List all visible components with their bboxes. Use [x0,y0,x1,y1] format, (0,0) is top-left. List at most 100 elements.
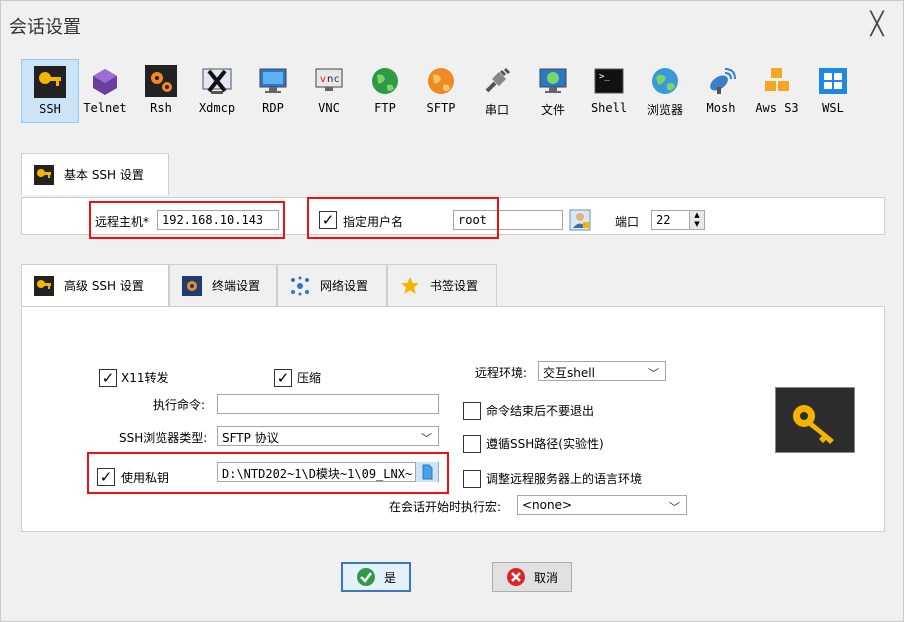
protocol-label: Shell [590,101,628,115]
key-icon [34,164,54,185]
protocol-ftp-button[interactable]: FTP [357,59,413,121]
highlight-box-private-key [87,452,449,494]
tab-advanced-0[interactable]: 高级 SSH 设置 [21,264,169,306]
protocol-label: Rsh [150,101,172,115]
tab-basic-ssh[interactable]: 基本 SSH 设置 [21,153,169,195]
protocol-文件-button[interactable]: 文件 [525,59,581,121]
x-icon [201,65,233,97]
tab-label: 高级 SSH 设置 [64,279,144,293]
protocol-shell-button[interactable]: >_ Shell [581,59,637,121]
protocol-rsh-button[interactable]: Rsh [133,59,189,121]
ok-check-icon [356,567,376,587]
close-icon[interactable]: ╳ [863,11,891,39]
ok-label: 是 [383,570,396,585]
window-title: 会话设置 [9,17,81,38]
protocol-label: Aws S3 [755,101,799,115]
protocol-vnc-button[interactable]: v n c VNC [301,59,357,121]
port-label: 端口 [615,215,640,229]
ssh-browser-type-label: SSH浏览器类型: [119,431,208,445]
terminal-icon: >_ [593,65,625,97]
terminal-gear-icon [182,275,202,296]
protocol-label: SFTP [426,101,456,115]
telnet-icon [89,65,121,97]
svg-text:n: n [327,74,333,85]
network-icon [290,276,310,296]
protocol-label: VNC [318,101,340,115]
follow-ssh-path-label: 遵循SSH路径(实验性) [486,437,604,451]
protocol-label: FTP [374,101,396,115]
protocol-telnet-button[interactable]: Telnet [77,59,133,121]
user-manager-icon[interactable] [569,209,591,231]
protocol-label: Telnet [83,101,127,115]
x11-forwarding-checkbox[interactable]: ✓ [99,369,117,387]
protocol-label: Xdmcp [198,101,236,115]
star-icon [400,276,420,296]
chevron-down-icon: ﹀ [648,367,659,380]
rsh-gears-icon [145,65,177,97]
tab-advanced-3[interactable]: 书签设置 [387,264,497,306]
protocol-sftp-button[interactable]: SFTP [413,59,469,121]
cancel-label: 取消 [533,570,558,585]
tab-label: 书签设置 [430,279,479,293]
compression-label: 压缩 [297,371,322,385]
protocol-mosh-button[interactable]: Mosh [693,59,749,121]
cancel-x-icon [506,567,526,587]
globe-green-icon [369,65,401,97]
session-settings-dialog: 会话设置 ╳ SSH Telnet Rsh Xdmcp RDP v n c VNC FTP SFTP… [0,0,904,622]
monitor-icon [257,65,289,97]
chevron-down-icon: ﹀ [421,432,432,445]
highlight-box-host [89,201,285,239]
port-spinner[interactable]: ▲ ▼ [689,210,705,230]
cubes-icon [761,65,793,97]
cancel-button[interactable]: 取消 [492,562,572,592]
protocol-label: 文件 [540,103,565,117]
adjust-locale-label: 调整远程服务器上的语言环境 [486,472,643,486]
adjust-locale-checkbox[interactable] [463,470,481,488]
remote-env-select[interactable]: 交互shell ﹀ [538,361,666,381]
file-monitor-icon [537,65,569,97]
exec-command-input[interactable] [217,394,439,414]
vnc-icon: vnc [313,65,345,97]
follow-ssh-path-checkbox[interactable] [463,435,481,453]
no-exit-checkbox[interactable] [463,402,481,420]
protocol-label: Mosh [706,101,736,115]
plug-icon [481,65,513,97]
protocol-label: 浏览器 [646,103,683,117]
startup-macro-value: <none> [522,498,573,512]
port-input[interactable]: 22 [651,210,691,230]
checkmark-icon: ✓ [101,368,115,387]
windows-icon [817,65,849,97]
no-exit-label: 命令结束后不要退出 [486,404,595,418]
protocol-串口-button[interactable]: 串口 [469,59,525,121]
startup-macro-select[interactable]: <none> ﹀ [517,495,687,515]
ssh-browser-type-select[interactable]: SFTP 协议 ﹀ [217,426,439,446]
protocol-ssh-button[interactable]: SSH [21,59,79,123]
svg-text:c: c [334,74,340,85]
protocol-aws-s3-button[interactable]: Aws S3 [749,59,805,121]
protocol-label: WSL [822,101,844,115]
satellite-icon [705,65,737,97]
ssh-browser-type-value: SFTP 协议 [222,431,279,445]
protocol-rdp-button[interactable]: RDP [245,59,301,121]
protocol-label: 串口 [484,103,509,117]
startup-macro-label: 在会话开始时执行宏: [389,500,502,514]
large-key-icon [775,387,855,453]
protocol-xdmcp-button[interactable]: Xdmcp [189,59,245,121]
key-icon [34,275,54,296]
tab-label: 网络设置 [320,279,369,293]
protocol-浏览器-button[interactable]: 浏览器 [637,59,693,121]
remote-env-value: 交互shell [543,366,595,380]
protocol-label: RDP [262,101,284,115]
highlight-box-username [307,197,499,239]
ok-button[interactable]: 是 [341,562,411,592]
remote-env-label: 远程环境: [475,366,528,380]
compression-checkbox[interactable]: ✓ [274,369,292,387]
protocol-wsl-button[interactable]: WSL [805,59,861,121]
key-icon [34,66,66,98]
tab-advanced-1[interactable]: 终端设置 [169,264,277,306]
checkmark-icon: ✓ [276,368,290,387]
browser-globe-icon [649,65,681,97]
tab-advanced-2[interactable]: 网络设置 [277,264,387,306]
tab-label: 基本 SSH 设置 [64,168,144,182]
svg-text:v: v [320,74,326,85]
